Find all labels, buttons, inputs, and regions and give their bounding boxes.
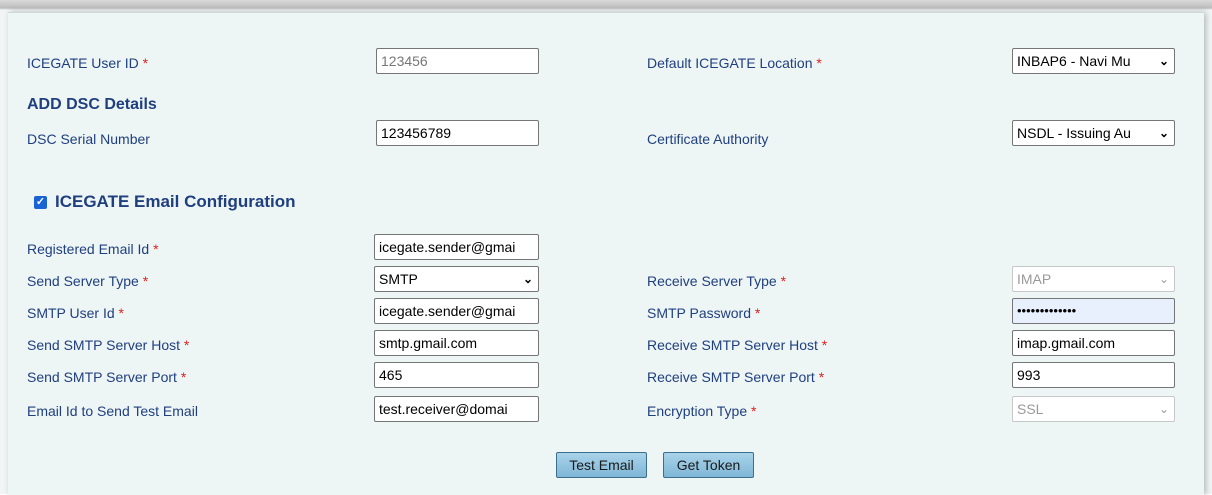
chevron-down-icon: ⌄ xyxy=(1158,54,1169,68)
required-marker: * xyxy=(754,305,761,321)
receive-server-type-label-text: Receive Server Type xyxy=(647,273,777,289)
email-config-heading: ICEGATE Email Configuration xyxy=(55,192,296,211)
smtp-user-label: SMTP User Id * xyxy=(27,304,124,322)
default-location-label-text: Default ICEGATE Location xyxy=(647,55,813,71)
required-marker: * xyxy=(142,55,149,71)
receive-server-type-label: Receive Server Type * xyxy=(647,272,786,290)
smtp-password-input[interactable]: ••••••••••••• xyxy=(1012,298,1175,324)
required-marker: * xyxy=(751,403,757,419)
required-marker: * xyxy=(180,369,187,385)
receive-server-type-value: IMAP xyxy=(1017,271,1052,287)
required-marker: * xyxy=(780,273,787,289)
required-marker: * xyxy=(818,369,825,385)
required-marker: * xyxy=(118,305,124,321)
receive-port-label: Receive SMTP Server Port * xyxy=(647,368,824,386)
encryption-type-select[interactable]: SSL ⌄ xyxy=(1012,396,1175,422)
send-server-type-label-text: Send Server Type xyxy=(27,273,139,289)
get-token-button[interactable]: Get Token xyxy=(663,452,754,478)
chevron-down-icon: ⌄ xyxy=(1158,126,1169,140)
smtp-user-input[interactable]: icegate.sender@gmai xyxy=(374,298,539,324)
registered-email-input[interactable]: icegate.sender@gmai xyxy=(374,234,539,260)
configuration-panel: ICEGATE User ID * 123456 Default ICEGATE… xyxy=(8,12,1204,495)
send-host-label-text: Send SMTP Server Host xyxy=(27,337,181,353)
encryption-type-label-text: Encryption Type xyxy=(647,403,748,419)
certificate-authority-label: Certificate Authority xyxy=(647,131,769,147)
send-server-type-label: Send Server Type * xyxy=(27,272,148,290)
default-location-value: INBAP6 - Navi Mu xyxy=(1017,53,1131,69)
send-port-label: Send SMTP Server Port * xyxy=(27,368,186,386)
send-port-input[interactable]: 465 xyxy=(374,362,539,388)
registered-email-label-text: Registered Email Id xyxy=(27,241,150,257)
required-marker: * xyxy=(142,273,149,289)
dsc-serial-label: DSC Serial Number xyxy=(27,131,150,147)
receive-server-type-select[interactable]: IMAP ⌄ xyxy=(1012,266,1175,292)
receive-host-input[interactable]: imap.gmail.com xyxy=(1012,330,1175,356)
icegate-user-id-label: ICEGATE User ID * xyxy=(27,54,148,72)
dsc-serial-input[interactable]: 123456789 xyxy=(376,120,539,146)
chevron-down-icon: ⌄ xyxy=(1158,272,1169,286)
receive-host-label-text: Receive SMTP Server Host xyxy=(647,337,818,353)
send-port-label-text: Send SMTP Server Port xyxy=(27,369,177,385)
required-marker: * xyxy=(821,337,828,353)
send-server-type-value: SMTP xyxy=(379,271,418,287)
smtp-user-label-text: SMTP User Id xyxy=(27,305,115,321)
default-location-label: Default ICEGATE Location * xyxy=(647,54,822,72)
smtp-password-label: SMTP Password * xyxy=(647,304,760,322)
required-marker: * xyxy=(816,55,822,71)
send-host-input[interactable]: smtp.gmail.com xyxy=(374,330,539,356)
dsc-details-heading: ADD DSC Details xyxy=(27,96,157,113)
test-email-label: Email Id to Send Test Email xyxy=(27,403,198,419)
test-email-input[interactable]: test.receiver@domai xyxy=(374,396,539,422)
icegate-user-id-input[interactable]: 123456 xyxy=(376,48,539,74)
email-config-checkbox[interactable]: ✓ xyxy=(34,196,47,209)
send-host-label: Send SMTP Server Host * xyxy=(27,336,189,354)
encryption-type-label: Encryption Type * xyxy=(647,402,756,420)
required-marker: * xyxy=(153,241,159,257)
certificate-authority-value: NSDL - Issuing Au xyxy=(1017,125,1131,141)
registered-email-label: Registered Email Id * xyxy=(27,240,159,258)
default-location-select[interactable]: INBAP6 - Navi Mu ⌄ xyxy=(1012,48,1175,74)
test-email-button[interactable]: Test Email xyxy=(556,452,647,478)
chevron-down-icon: ⌄ xyxy=(1158,402,1169,416)
smtp-password-label-text: SMTP Password xyxy=(647,305,751,321)
send-server-type-select[interactable]: SMTP ⌄ xyxy=(374,266,539,292)
required-marker: * xyxy=(183,337,190,353)
chevron-down-icon: ⌄ xyxy=(522,272,533,286)
certificate-authority-select[interactable]: NSDL - Issuing Au ⌄ xyxy=(1012,120,1175,146)
receive-port-input[interactable]: 993 xyxy=(1012,362,1175,388)
receive-port-label-text: Receive SMTP Server Port xyxy=(647,369,815,385)
icegate-user-id-label-text: ICEGATE User ID xyxy=(27,55,139,71)
encryption-type-value: SSL xyxy=(1017,401,1044,417)
receive-host-label: Receive SMTP Server Host * xyxy=(647,336,827,354)
